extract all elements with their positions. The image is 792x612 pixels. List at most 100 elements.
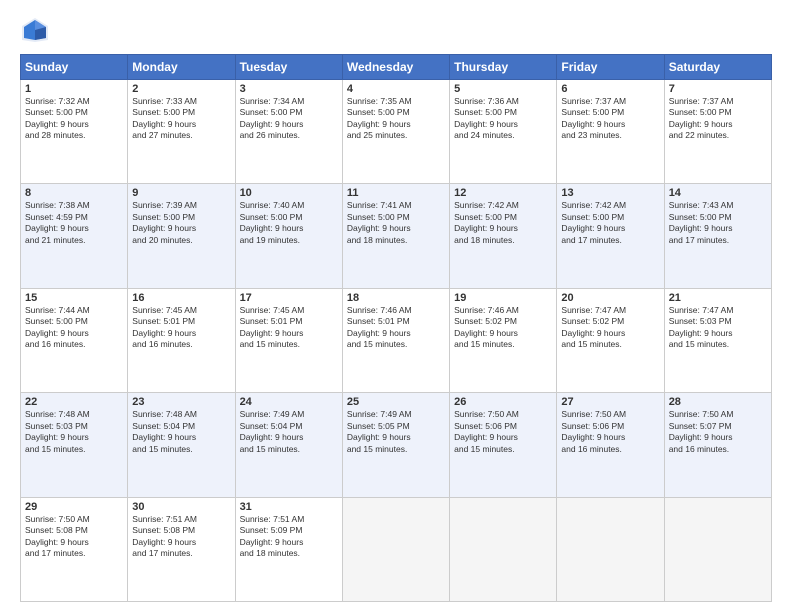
- day-number: 6: [561, 83, 659, 95]
- day-number: 5: [454, 83, 552, 95]
- calendar-cell: 5Sunrise: 7:36 AM Sunset: 5:00 PM Daylig…: [450, 80, 557, 184]
- calendar-cell: [557, 497, 664, 601]
- day-info: Sunrise: 7:37 AM Sunset: 5:00 PM Dayligh…: [669, 96, 767, 142]
- day-info: Sunrise: 7:46 AM Sunset: 5:01 PM Dayligh…: [347, 305, 445, 351]
- day-info: Sunrise: 7:50 AM Sunset: 5:07 PM Dayligh…: [669, 409, 767, 455]
- day-number: 24: [240, 396, 338, 408]
- day-number: 29: [25, 501, 123, 513]
- day-info: Sunrise: 7:48 AM Sunset: 5:04 PM Dayligh…: [132, 409, 230, 455]
- calendar-cell: 19Sunrise: 7:46 AM Sunset: 5:02 PM Dayli…: [450, 288, 557, 392]
- calendar-cell: 18Sunrise: 7:46 AM Sunset: 5:01 PM Dayli…: [342, 288, 449, 392]
- day-info: Sunrise: 7:48 AM Sunset: 5:03 PM Dayligh…: [25, 409, 123, 455]
- day-info: Sunrise: 7:38 AM Sunset: 4:59 PM Dayligh…: [25, 200, 123, 246]
- calendar-week-3: 15Sunrise: 7:44 AM Sunset: 5:00 PM Dayli…: [21, 288, 772, 392]
- day-number: 26: [454, 396, 552, 408]
- day-number: 31: [240, 501, 338, 513]
- calendar-cell: 15Sunrise: 7:44 AM Sunset: 5:00 PM Dayli…: [21, 288, 128, 392]
- calendar-weekday-thursday: Thursday: [450, 55, 557, 80]
- calendar-week-5: 29Sunrise: 7:50 AM Sunset: 5:08 PM Dayli…: [21, 497, 772, 601]
- day-info: Sunrise: 7:45 AM Sunset: 5:01 PM Dayligh…: [240, 305, 338, 351]
- calendar-cell: 2Sunrise: 7:33 AM Sunset: 5:00 PM Daylig…: [128, 80, 235, 184]
- day-info: Sunrise: 7:51 AM Sunset: 5:08 PM Dayligh…: [132, 514, 230, 560]
- day-info: Sunrise: 7:43 AM Sunset: 5:00 PM Dayligh…: [669, 200, 767, 246]
- day-number: 21: [669, 292, 767, 304]
- day-number: 2: [132, 83, 230, 95]
- day-number: 11: [347, 187, 445, 199]
- calendar-cell: 3Sunrise: 7:34 AM Sunset: 5:00 PM Daylig…: [235, 80, 342, 184]
- calendar-cell: 12Sunrise: 7:42 AM Sunset: 5:00 PM Dayli…: [450, 184, 557, 288]
- calendar-cell: 16Sunrise: 7:45 AM Sunset: 5:01 PM Dayli…: [128, 288, 235, 392]
- day-number: 30: [132, 501, 230, 513]
- day-info: Sunrise: 7:42 AM Sunset: 5:00 PM Dayligh…: [561, 200, 659, 246]
- calendar-weekday-wednesday: Wednesday: [342, 55, 449, 80]
- day-info: Sunrise: 7:47 AM Sunset: 5:03 PM Dayligh…: [669, 305, 767, 351]
- calendar: SundayMondayTuesdayWednesdayThursdayFrid…: [20, 54, 772, 602]
- calendar-cell: 27Sunrise: 7:50 AM Sunset: 5:06 PM Dayli…: [557, 393, 664, 497]
- calendar-weekday-friday: Friday: [557, 55, 664, 80]
- calendar-cell: 24Sunrise: 7:49 AM Sunset: 5:04 PM Dayli…: [235, 393, 342, 497]
- day-info: Sunrise: 7:34 AM Sunset: 5:00 PM Dayligh…: [240, 96, 338, 142]
- calendar-cell: [664, 497, 771, 601]
- calendar-cell: 7Sunrise: 7:37 AM Sunset: 5:00 PM Daylig…: [664, 80, 771, 184]
- calendar-weekday-tuesday: Tuesday: [235, 55, 342, 80]
- calendar-cell: 29Sunrise: 7:50 AM Sunset: 5:08 PM Dayli…: [21, 497, 128, 601]
- day-number: 4: [347, 83, 445, 95]
- day-info: Sunrise: 7:33 AM Sunset: 5:00 PM Dayligh…: [132, 96, 230, 142]
- calendar-cell: 17Sunrise: 7:45 AM Sunset: 5:01 PM Dayli…: [235, 288, 342, 392]
- calendar-week-2: 8Sunrise: 7:38 AM Sunset: 4:59 PM Daylig…: [21, 184, 772, 288]
- day-info: Sunrise: 7:50 AM Sunset: 5:08 PM Dayligh…: [25, 514, 123, 560]
- day-number: 20: [561, 292, 659, 304]
- day-number: 23: [132, 396, 230, 408]
- day-number: 22: [25, 396, 123, 408]
- day-number: 12: [454, 187, 552, 199]
- day-number: 13: [561, 187, 659, 199]
- calendar-cell: 25Sunrise: 7:49 AM Sunset: 5:05 PM Dayli…: [342, 393, 449, 497]
- day-number: 25: [347, 396, 445, 408]
- calendar-weekday-monday: Monday: [128, 55, 235, 80]
- calendar-header-row: SundayMondayTuesdayWednesdayThursdayFrid…: [21, 55, 772, 80]
- day-info: Sunrise: 7:46 AM Sunset: 5:02 PM Dayligh…: [454, 305, 552, 351]
- calendar-cell: 10Sunrise: 7:40 AM Sunset: 5:00 PM Dayli…: [235, 184, 342, 288]
- day-info: Sunrise: 7:42 AM Sunset: 5:00 PM Dayligh…: [454, 200, 552, 246]
- day-info: Sunrise: 7:39 AM Sunset: 5:00 PM Dayligh…: [132, 200, 230, 246]
- calendar-weekday-sunday: Sunday: [21, 55, 128, 80]
- calendar-cell: 1Sunrise: 7:32 AM Sunset: 5:00 PM Daylig…: [21, 80, 128, 184]
- day-number: 19: [454, 292, 552, 304]
- calendar-week-1: 1Sunrise: 7:32 AM Sunset: 5:00 PM Daylig…: [21, 80, 772, 184]
- day-number: 8: [25, 187, 123, 199]
- day-number: 10: [240, 187, 338, 199]
- day-info: Sunrise: 7:51 AM Sunset: 5:09 PM Dayligh…: [240, 514, 338, 560]
- day-number: 16: [132, 292, 230, 304]
- day-number: 28: [669, 396, 767, 408]
- day-info: Sunrise: 7:44 AM Sunset: 5:00 PM Dayligh…: [25, 305, 123, 351]
- day-info: Sunrise: 7:32 AM Sunset: 5:00 PM Dayligh…: [25, 96, 123, 142]
- day-info: Sunrise: 7:49 AM Sunset: 5:05 PM Dayligh…: [347, 409, 445, 455]
- day-number: 14: [669, 187, 767, 199]
- calendar-cell: 11Sunrise: 7:41 AM Sunset: 5:00 PM Dayli…: [342, 184, 449, 288]
- calendar-cell: 21Sunrise: 7:47 AM Sunset: 5:03 PM Dayli…: [664, 288, 771, 392]
- day-info: Sunrise: 7:45 AM Sunset: 5:01 PM Dayligh…: [132, 305, 230, 351]
- header: [20, 16, 772, 44]
- day-number: 15: [25, 292, 123, 304]
- calendar-cell: 6Sunrise: 7:37 AM Sunset: 5:00 PM Daylig…: [557, 80, 664, 184]
- calendar-cell: 20Sunrise: 7:47 AM Sunset: 5:02 PM Dayli…: [557, 288, 664, 392]
- calendar-cell: 9Sunrise: 7:39 AM Sunset: 5:00 PM Daylig…: [128, 184, 235, 288]
- day-number: 7: [669, 83, 767, 95]
- calendar-cell: [450, 497, 557, 601]
- day-info: Sunrise: 7:40 AM Sunset: 5:00 PM Dayligh…: [240, 200, 338, 246]
- day-info: Sunrise: 7:36 AM Sunset: 5:00 PM Dayligh…: [454, 96, 552, 142]
- day-info: Sunrise: 7:50 AM Sunset: 5:06 PM Dayligh…: [561, 409, 659, 455]
- calendar-weekday-saturday: Saturday: [664, 55, 771, 80]
- calendar-cell: 28Sunrise: 7:50 AM Sunset: 5:07 PM Dayli…: [664, 393, 771, 497]
- calendar-cell: 30Sunrise: 7:51 AM Sunset: 5:08 PM Dayli…: [128, 497, 235, 601]
- calendar-cell: 22Sunrise: 7:48 AM Sunset: 5:03 PM Dayli…: [21, 393, 128, 497]
- calendar-cell: [342, 497, 449, 601]
- day-info: Sunrise: 7:35 AM Sunset: 5:00 PM Dayligh…: [347, 96, 445, 142]
- calendar-cell: 14Sunrise: 7:43 AM Sunset: 5:00 PM Dayli…: [664, 184, 771, 288]
- calendar-week-4: 22Sunrise: 7:48 AM Sunset: 5:03 PM Dayli…: [21, 393, 772, 497]
- day-number: 17: [240, 292, 338, 304]
- day-number: 1: [25, 83, 123, 95]
- calendar-cell: 26Sunrise: 7:50 AM Sunset: 5:06 PM Dayli…: [450, 393, 557, 497]
- day-number: 9: [132, 187, 230, 199]
- day-info: Sunrise: 7:47 AM Sunset: 5:02 PM Dayligh…: [561, 305, 659, 351]
